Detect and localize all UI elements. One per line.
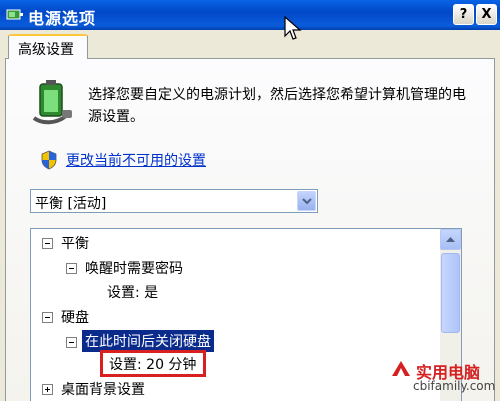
watermark: 实用电脑 cbifamily.com: [390, 358, 500, 401]
tab-advanced-settings[interactable]: 高级设置: [8, 34, 88, 59]
window-title: 电源选项: [28, 9, 97, 28]
tree-item-turn-off-disk[interactable]: 在此时间后关闭硬盘: [82, 330, 214, 352]
tree-item-wake-password[interactable]: 唤醒时需要密码: [85, 258, 183, 278]
mouse-cursor-icon: [284, 16, 302, 40]
dropdown-arrow-button[interactable]: [297, 191, 316, 211]
chevron-down-icon: [302, 198, 312, 205]
uac-shield-icon: [41, 150, 57, 170]
collapse-icon[interactable]: [66, 337, 77, 348]
battery-plug-icon: [32, 80, 72, 125]
tree-item-wake-password-setting[interactable]: 设置: 是: [107, 282, 158, 302]
help-button[interactable]: ?: [453, 4, 474, 25]
chevron-up-icon: [446, 237, 455, 242]
tree-item-turn-off-disk-setting[interactable]: 设置: 20 分钟: [109, 354, 196, 374]
collapse-icon[interactable]: [66, 263, 77, 274]
scroll-up-button[interactable]: [440, 229, 461, 250]
power-options-icon: [6, 9, 23, 20]
expand-icon[interactable]: [42, 384, 53, 395]
change-unavailable-settings-link[interactable]: 更改当前不可用的设置: [66, 150, 206, 170]
close-button[interactable]: X: [476, 4, 497, 25]
power-plan-select-value: 平衡 [活动]: [35, 196, 107, 212]
power-plan-select[interactable]: 平衡 [活动]: [30, 189, 318, 213]
tree-item-balanced[interactable]: 平衡: [61, 233, 89, 253]
watermark-url: cbifamily.com: [413, 379, 496, 393]
tree-item-desktop-background[interactable]: 桌面背景设置: [61, 379, 145, 399]
watermark-logo-icon: [392, 361, 410, 376]
title-bar[interactable]: 电源选项 ? X: [0, 0, 500, 30]
collapse-icon[interactable]: [42, 312, 53, 323]
collapse-icon[interactable]: [42, 238, 53, 249]
description-text: 选择您要自定义的电源计划，然后选择您希望计算机管理的电源设置。: [88, 87, 466, 125]
tree-item-hard-disk[interactable]: 硬盘: [61, 307, 89, 327]
scroll-thumb[interactable]: [441, 253, 460, 333]
